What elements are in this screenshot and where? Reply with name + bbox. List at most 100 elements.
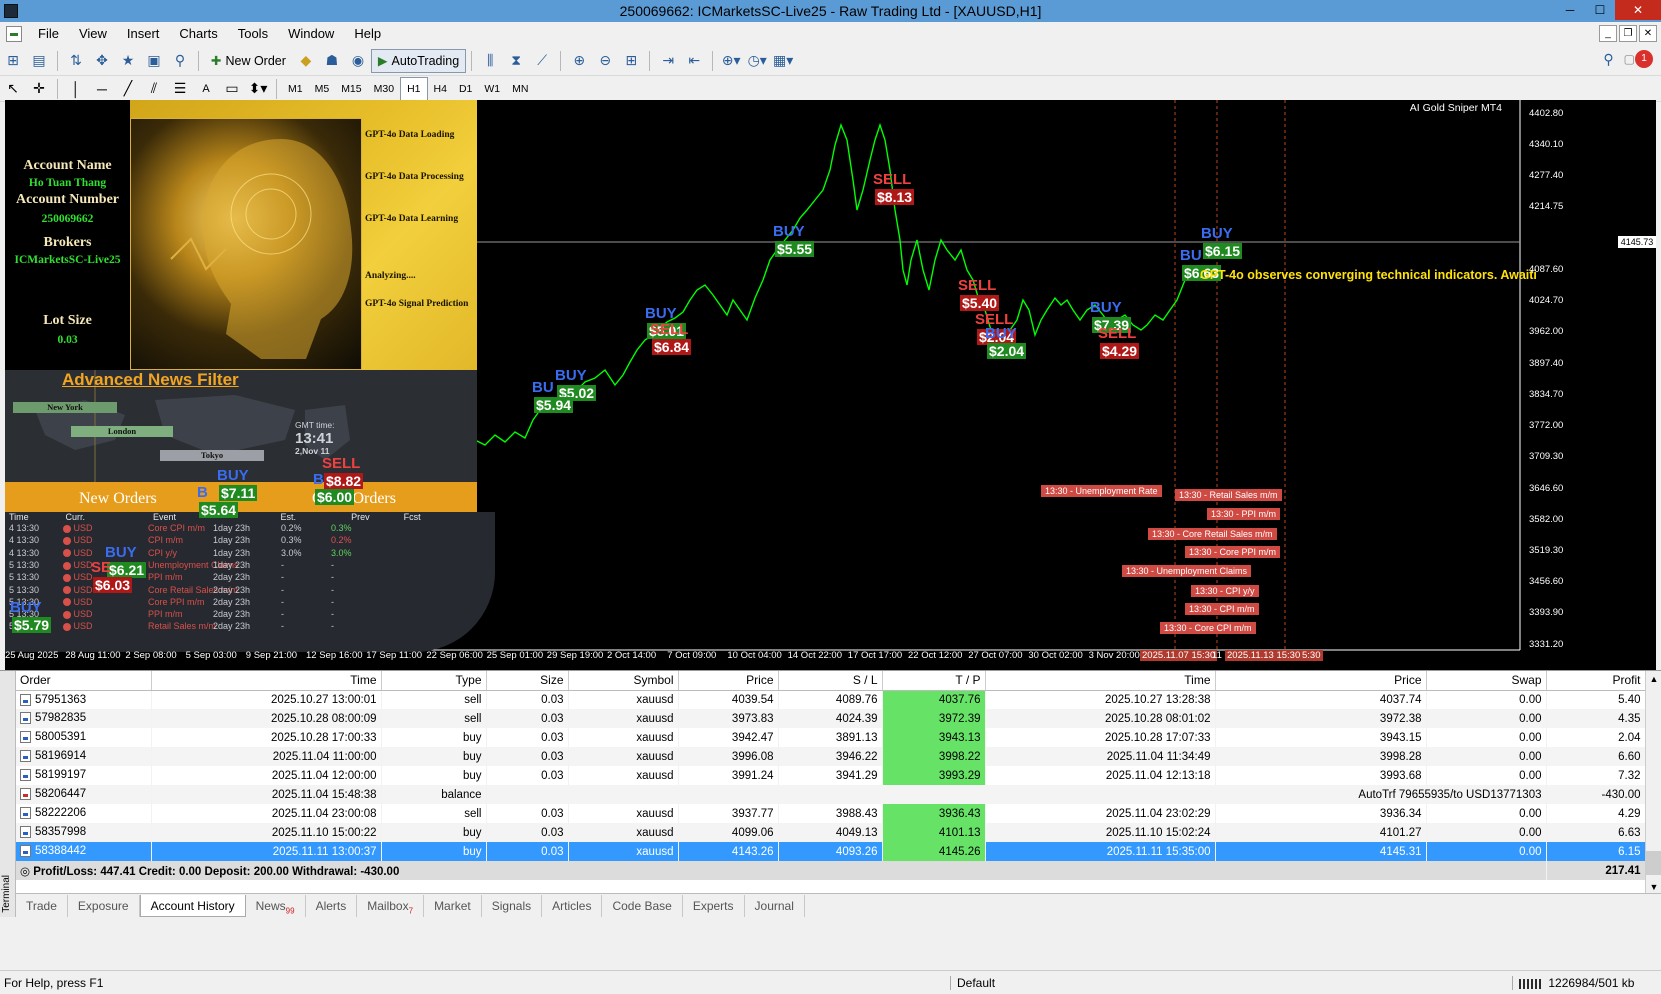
tile-windows-icon[interactable]: ⊞	[620, 50, 642, 72]
table-row[interactable]: 57982835 2025.10.28 08:00:09 sell 0.03 xauus…	[16, 709, 1646, 728]
candlestick-icon[interactable]: ⧗	[505, 50, 527, 72]
vertical-line-icon[interactable]: │	[65, 78, 87, 100]
new-chart-icon[interactable]: ⊞	[2, 50, 24, 72]
timeframe-mn[interactable]: MN	[506, 78, 534, 100]
menu-help[interactable]: Help	[344, 22, 391, 46]
minimize-button[interactable]: ─	[1555, 0, 1585, 20]
table-row[interactable]: 57951363 2025.10.27 13:00:01 sell 0.03 xauus…	[16, 690, 1646, 709]
tab-news[interactable]: News99	[246, 895, 306, 917]
status-profile[interactable]: Default	[950, 976, 995, 990]
col-price[interactable]: Price	[678, 671, 779, 691]
chart-shift-icon[interactable]: ⇤	[683, 50, 705, 72]
table-row[interactable]: 58199197 2025.11.04 12:00:00 buy 0.03 xauusd…	[16, 766, 1646, 785]
terminal-icon[interactable]: ▣	[143, 50, 165, 72]
menu-charts[interactable]: Charts	[169, 22, 227, 46]
tab-market[interactable]: Market	[424, 895, 482, 917]
templates-icon[interactable]: ▦▾	[772, 50, 794, 72]
signal-profit-label: $6.03	[93, 577, 133, 593]
col-swap[interactable]: Swap	[1426, 671, 1547, 691]
table-row[interactable]: 58005391 2025.10.28 17:00:33 buy 0.03 xauusd…	[16, 728, 1646, 747]
maximize-button[interactable]: ☐	[1585, 0, 1615, 20]
menu-insert[interactable]: Insert	[117, 22, 170, 46]
col-symbol[interactable]: Symbol	[568, 671, 679, 691]
tab-account-history[interactable]: Account History	[139, 895, 246, 917]
menu-window[interactable]: Window	[278, 22, 344, 46]
news-row: 5 13:30 USD PPI m/m 2day 23h - -	[9, 609, 334, 620]
mdi-restore-button[interactable]: ❐	[1619, 25, 1637, 42]
navigator-icon[interactable]: ★	[117, 50, 139, 72]
new-order-button[interactable]: ✚ New Order	[204, 49, 293, 73]
tab-trade[interactable]: Trade	[16, 895, 68, 917]
timeframe-h1[interactable]: H1	[400, 76, 428, 101]
timeframe-d1[interactable]: D1	[453, 78, 478, 100]
col-sl[interactable]: S / L	[778, 671, 883, 691]
close-button[interactable]: ✕	[1615, 0, 1661, 20]
menu-view[interactable]: View	[69, 22, 117, 46]
tab-alerts[interactable]: Alerts	[306, 895, 358, 917]
mdi-minimize-button[interactable]: _	[1599, 25, 1617, 42]
cursor-icon[interactable]: ↖	[2, 78, 24, 100]
tab-signals[interactable]: Signals	[482, 895, 543, 917]
tab-journal[interactable]: Journal	[745, 895, 805, 917]
signals-icon[interactable]: ◉	[347, 50, 369, 72]
channel-icon[interactable]: ⫽	[143, 78, 165, 100]
zoom-out-icon[interactable]: ⊖	[594, 50, 616, 72]
tab-articles[interactable]: Articles	[542, 895, 603, 917]
notifications-icon[interactable]: ▢ 1	[1624, 50, 1653, 68]
strategy-tester-icon[interactable]: ⚲	[169, 50, 191, 72]
col-size[interactable]: Size	[486, 671, 569, 691]
timeframe-w1[interactable]: W1	[478, 78, 506, 100]
timeframe-m15[interactable]: M15	[335, 78, 367, 100]
table-row[interactable]: 58357998 2025.11.10 15:00:22 buy 0.03 xauusd…	[16, 823, 1646, 842]
arrows-icon[interactable]: ⬍▾	[247, 78, 269, 100]
price-chart[interactable]: AI Gold Sniper MT4 4145.73 Account Name …	[5, 100, 1656, 670]
scroll-thumb[interactable]	[1646, 851, 1661, 875]
history-scrollbar[interactable]: ▲ ▼	[1645, 671, 1661, 895]
timeframe-m5[interactable]: M5	[309, 78, 336, 100]
tab-code-base[interactable]: Code Base	[602, 895, 683, 917]
crosshair-icon[interactable]: ✛	[28, 78, 50, 100]
chart-window-icon[interactable]	[6, 26, 22, 42]
auto-scroll-icon[interactable]: ⇥	[657, 50, 679, 72]
col-order[interactable]: Order	[16, 671, 152, 691]
trendline-icon[interactable]: ╱	[117, 78, 139, 100]
zoom-in-icon[interactable]: ⊕	[568, 50, 590, 72]
col-close-price[interactable]: Price	[1215, 671, 1427, 691]
bar-chart-icon[interactable]: ⫼	[479, 50, 501, 72]
menu-file[interactable]: File	[28, 22, 69, 46]
indicators-icon[interactable]: ⊕▾	[720, 50, 742, 72]
table-row[interactable]: 58196914 2025.11.04 11:00:00 buy 0.03 xauusd…	[16, 747, 1646, 766]
metaeditor-icon[interactable]: ◆	[295, 50, 317, 72]
tab-mailbox[interactable]: Mailbox7	[357, 895, 425, 917]
data-window-icon[interactable]: ✥	[91, 50, 113, 72]
profiles-icon[interactable]: ▤	[28, 50, 50, 72]
tab-exposure[interactable]: Exposure	[68, 895, 140, 917]
mdi-close-button[interactable]: ✕	[1639, 25, 1657, 42]
search-icon[interactable]: ⚲	[1603, 51, 1613, 68]
text-icon[interactable]: A	[195, 78, 217, 100]
table-row[interactable]: 58222206 2025.11.04 23:00:08 sell 0.03 xauus…	[16, 804, 1646, 823]
tab-experts[interactable]: Experts	[683, 895, 745, 917]
timeframe-h4[interactable]: H4	[428, 78, 453, 100]
horizontal-line-icon[interactable]: ─	[91, 78, 113, 100]
col-type[interactable]: Type	[381, 671, 487, 691]
periods-icon[interactable]: ◷▾	[746, 50, 768, 72]
new-orders-button[interactable]: New Orders	[79, 490, 157, 508]
col-profit[interactable]: Profit	[1546, 671, 1646, 691]
col-tp[interactable]: T / P	[882, 671, 986, 691]
timeframe-m1[interactable]: M1	[282, 78, 309, 100]
label-icon[interactable]: ▭	[221, 78, 243, 100]
table-row[interactable]: 58388442 2025.11.11 13:00:37 buy 0.03 xauusd…	[16, 842, 1646, 861]
timeframe-m30[interactable]: M30	[368, 78, 400, 100]
market-icon[interactable]: ☗	[321, 50, 343, 72]
scroll-up-icon[interactable]: ▲	[1646, 671, 1661, 687]
market-watch-icon[interactable]: ⇅	[65, 50, 87, 72]
autotrading-button[interactable]: ▶ AutoTrading	[370, 48, 467, 73]
fibonacci-icon[interactable]: ☰	[169, 78, 191, 100]
menu-tools[interactable]: Tools	[228, 22, 278, 46]
table-row[interactable]: 58206447 2025.11.04 15:48:38 balance AutoTr…	[16, 785, 1646, 804]
line-chart-icon[interactable]: ⟋	[531, 50, 553, 72]
col-time[interactable]: Time	[151, 671, 382, 691]
terminal-side-bar[interactable]: Terminal	[0, 671, 16, 917]
col-close-time[interactable]: Time	[985, 671, 1216, 691]
